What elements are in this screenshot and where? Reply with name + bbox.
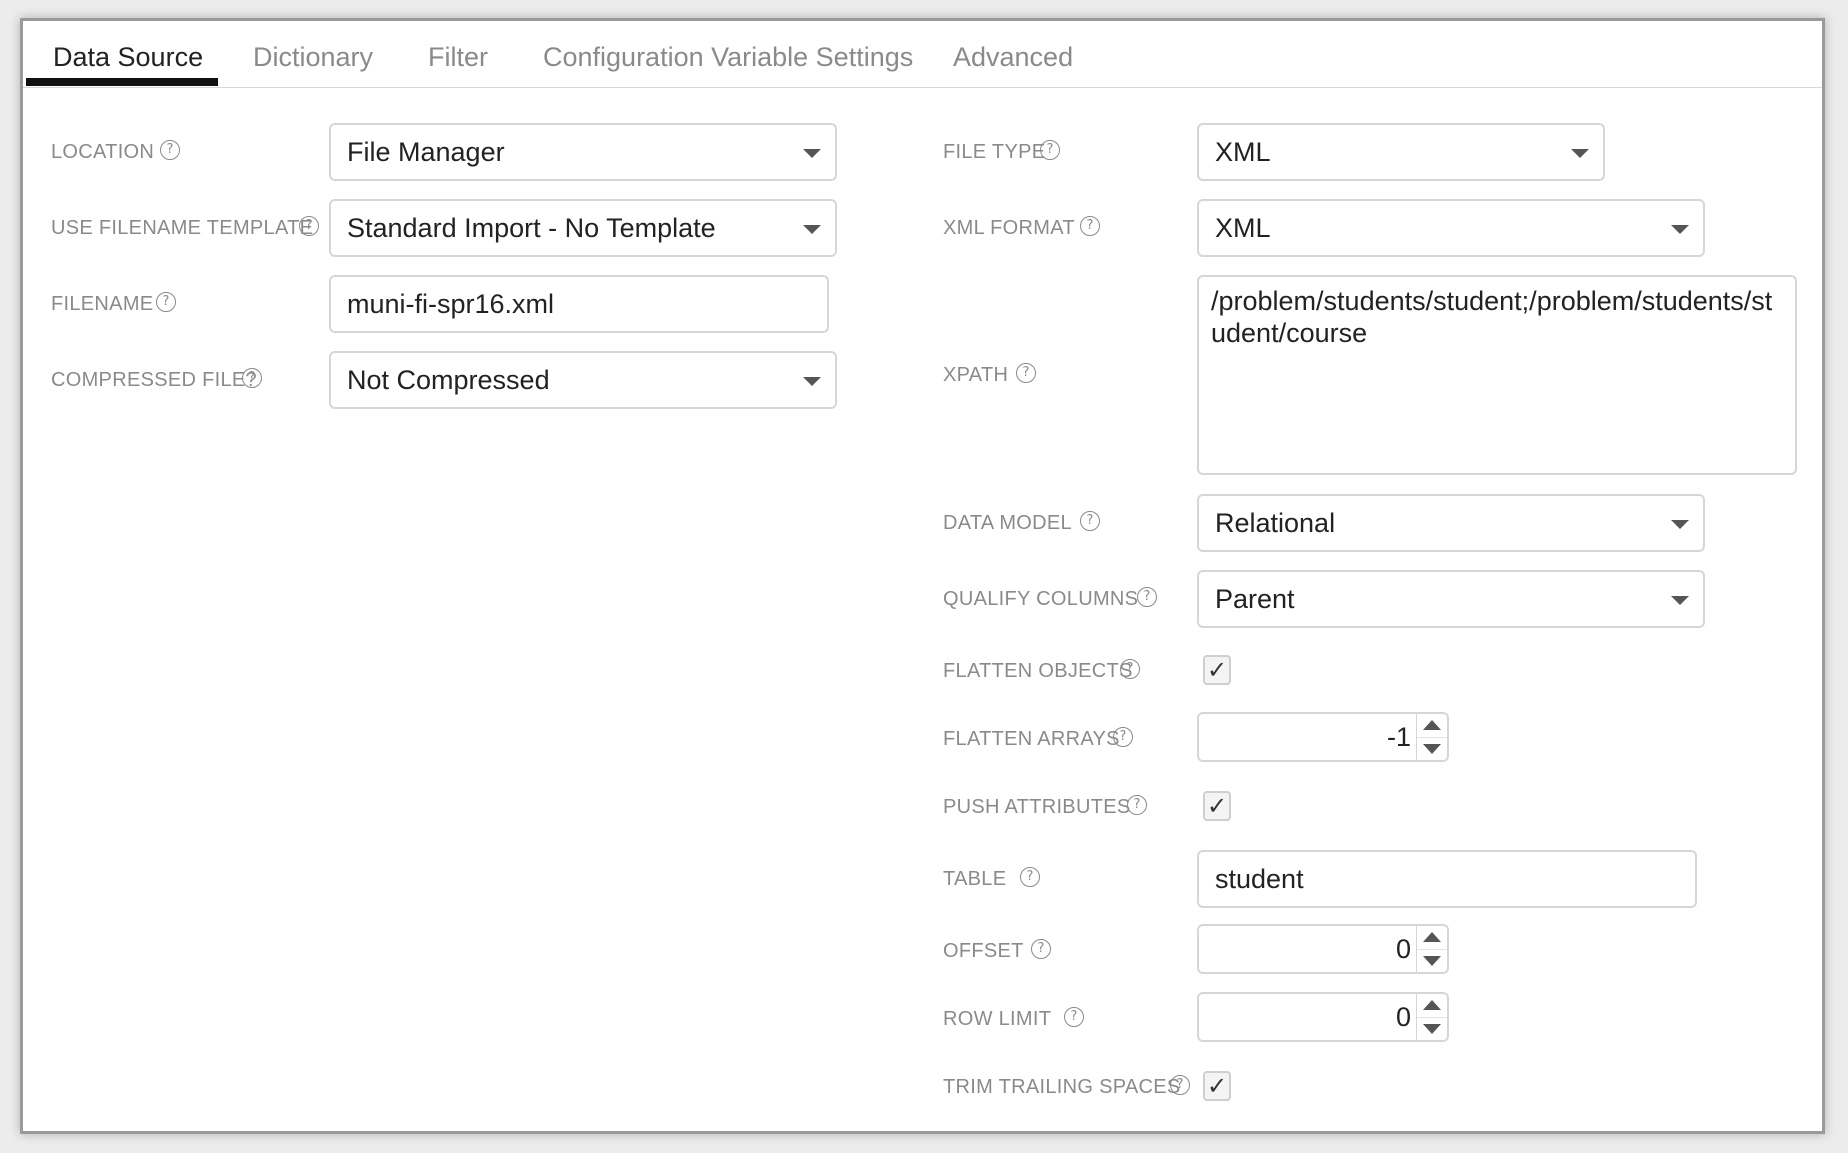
qualify-columns-label: QUALIFY COLUMNS <box>943 588 1139 610</box>
arrow-down-icon[interactable] <box>1423 956 1441 966</box>
filename-template-label: USE FILENAME TEMPLATE <box>51 217 314 239</box>
arrow-up-icon[interactable] <box>1423 720 1441 730</box>
settings-panel: Data Source Dictionary Filter Configurat… <box>20 18 1825 1134</box>
xml-format-label: XML FORMAT <box>943 217 1075 239</box>
arrow-down-icon[interactable] <box>1423 744 1441 754</box>
row-limit-label: ROW LIMIT <box>943 1008 1052 1030</box>
question-circle-icon[interactable]: ? <box>1137 587 1157 607</box>
flatten-arrays-label: FLATTEN ARRAYS <box>943 728 1120 750</box>
question-circle-icon[interactable]: ? <box>242 368 262 388</box>
tab-dictionary[interactable]: Dictionary <box>253 31 373 83</box>
file-type-select[interactable]: XML <box>1197 123 1605 181</box>
tab-advanced[interactable]: Advanced <box>953 31 1073 83</box>
question-circle-icon[interactable]: ? <box>156 292 176 312</box>
question-circle-icon[interactable]: ? <box>1080 216 1100 236</box>
filename-value: muni-fi-spr16.xml <box>347 288 555 319</box>
question-circle-icon[interactable]: ? <box>1031 939 1051 959</box>
location-value: File Manager <box>347 136 505 167</box>
question-circle-icon[interactable]: ? <box>1127 795 1147 815</box>
filename-input[interactable]: muni-fi-spr16.xml <box>329 275 829 333</box>
caret-down-icon <box>803 225 821 234</box>
data-model-label: DATA MODEL <box>943 512 1072 534</box>
question-circle-icon[interactable]: ? <box>1016 363 1036 383</box>
question-circle-icon[interactable]: ? <box>1120 659 1140 679</box>
tab-configuration-variable-settings[interactable]: Configuration Variable Settings <box>543 31 913 83</box>
caret-down-icon <box>1571 149 1589 158</box>
compressed-file-value: Not Compressed <box>347 364 550 395</box>
question-circle-icon[interactable]: ? <box>1080 511 1100 531</box>
caret-down-icon <box>803 377 821 386</box>
arrow-up-icon[interactable] <box>1423 1000 1441 1010</box>
location-label: LOCATION <box>51 141 155 163</box>
arrow-down-icon[interactable] <box>1423 1024 1441 1034</box>
trim-trailing-spaces-label: TRIM TRAILING SPACES <box>943 1076 1181 1098</box>
data-model-value: Relational <box>1215 507 1336 538</box>
xml-format-value: XML <box>1215 212 1271 243</box>
question-circle-icon[interactable]: ? <box>1113 727 1133 747</box>
tab-data-source[interactable]: Data Source <box>53 31 203 83</box>
file-type-label: FILE TYPE <box>943 141 1046 163</box>
xpath-textarea[interactable]: /problem/students/student;/problem/stude… <box>1197 275 1797 475</box>
offset-stepper[interactable]: 0 <box>1197 924 1449 974</box>
stepper-arrows[interactable] <box>1416 714 1447 760</box>
caret-down-icon <box>803 149 821 158</box>
caret-down-icon <box>1671 596 1689 605</box>
row-limit-value: 0 <box>1395 1001 1411 1032</box>
qualify-columns-select[interactable]: Parent <box>1197 570 1705 628</box>
row-limit-stepper[interactable]: 0 <box>1197 992 1449 1042</box>
caret-down-icon <box>1671 225 1689 234</box>
stepper-arrows[interactable] <box>1416 926 1447 972</box>
question-circle-icon[interactable]: ? <box>1040 140 1060 160</box>
xpath-value: /problem/students/student;/problem/stude… <box>1211 286 1773 348</box>
checkmark-icon: ✓ <box>1206 656 1228 684</box>
question-circle-icon[interactable]: ? <box>299 216 319 236</box>
flatten-objects-checkbox[interactable]: ✓ <box>1203 655 1231 685</box>
checkmark-icon: ✓ <box>1206 1072 1228 1100</box>
filename-template-select[interactable]: Standard Import - No Template <box>329 199 837 257</box>
location-select[interactable]: File Manager <box>329 123 837 181</box>
arrow-up-icon[interactable] <box>1423 932 1441 942</box>
question-circle-icon[interactable]: ? <box>1170 1075 1190 1095</box>
question-circle-icon[interactable]: ? <box>160 140 180 160</box>
checkmark-icon: ✓ <box>1206 792 1228 820</box>
qualify-columns-value: Parent <box>1215 583 1295 614</box>
flatten-arrays-value: -1 <box>1386 721 1411 752</box>
offset-value: 0 <box>1395 933 1411 964</box>
filename-template-value: Standard Import - No Template <box>347 212 716 243</box>
push-attributes-checkbox[interactable]: ✓ <box>1203 791 1231 821</box>
caret-down-icon <box>1671 520 1689 529</box>
table-input[interactable]: student <box>1197 850 1697 908</box>
offset-label: OFFSET <box>943 940 1024 962</box>
active-tab-indicator <box>26 78 218 86</box>
table-value: student <box>1215 863 1304 894</box>
trim-trailing-spaces-checkbox[interactable]: ✓ <box>1203 1071 1231 1101</box>
xml-format-select[interactable]: XML <box>1197 199 1705 257</box>
push-attributes-label: PUSH ATTRIBUTES <box>943 796 1131 818</box>
question-circle-icon[interactable]: ? <box>1020 867 1040 887</box>
flatten-objects-label: FLATTEN OBJECTS <box>943 660 1133 682</box>
tab-bar: Data Source Dictionary Filter Configurat… <box>23 21 1822 88</box>
question-circle-icon[interactable]: ? <box>1064 1007 1084 1027</box>
xpath-label: XPATH <box>943 364 1009 386</box>
flatten-arrays-stepper[interactable]: -1 <box>1197 712 1449 762</box>
filename-label: FILENAME <box>51 293 154 315</box>
compressed-file-select[interactable]: Not Compressed <box>329 351 837 409</box>
table-label: TABLE <box>943 868 1007 890</box>
compressed-file-label: COMPRESSED FILE? <box>51 369 257 391</box>
data-model-select[interactable]: Relational <box>1197 494 1705 552</box>
file-type-value: XML <box>1215 136 1271 167</box>
tab-filter[interactable]: Filter <box>428 31 488 83</box>
stepper-arrows[interactable] <box>1416 994 1447 1040</box>
